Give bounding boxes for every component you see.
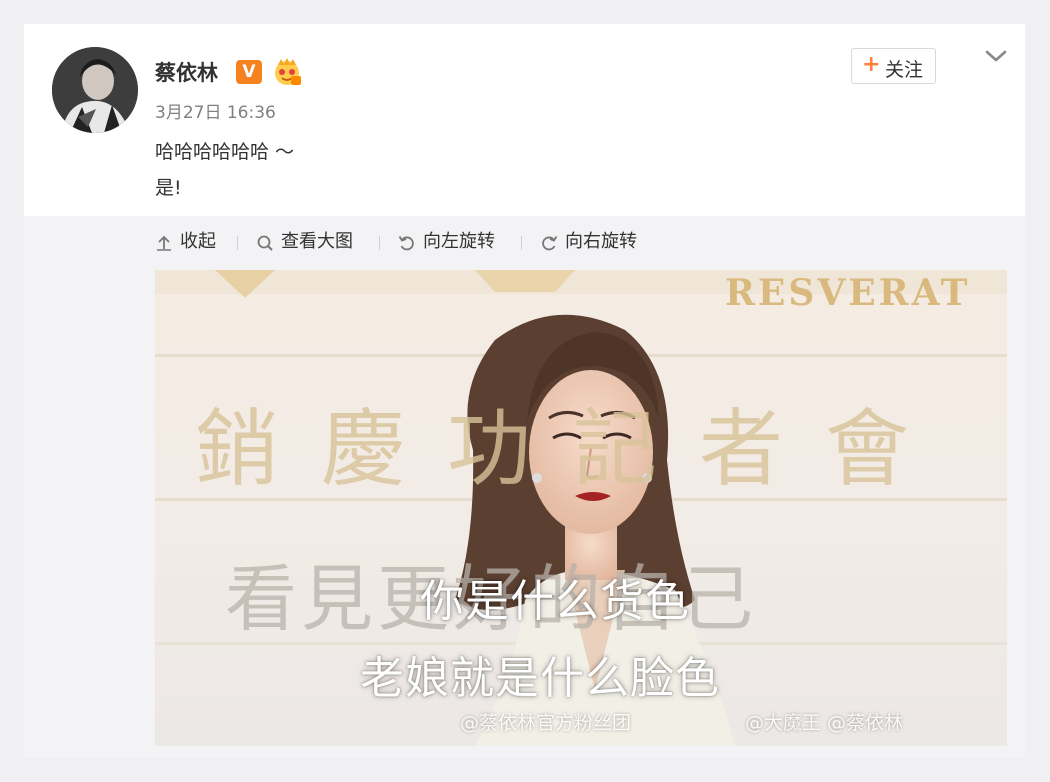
weibo-post-card: 蔡依林 V 3月27日 16:36 哈哈哈哈哈哈 ～ 是! + 关注 收起 查看…	[24, 24, 1025, 758]
rotate-right-icon	[542, 236, 558, 251]
photo-caption-line-1: 你是什么货色	[420, 576, 690, 627]
watermark-1: @蔡依林官方粉丝团	[460, 712, 632, 734]
verified-badge-label: V	[242, 62, 256, 82]
post-timestamp[interactable]: 3月27日 16:36	[155, 98, 276, 123]
collapse-icon	[157, 235, 171, 251]
view-large-button[interactable]: 查看大图	[256, 228, 366, 256]
rotate-left-button[interactable]: 向左旋转	[398, 228, 518, 256]
author-avatar[interactable]	[52, 47, 138, 133]
view-large-label: 查看大图	[281, 231, 353, 252]
backdrop-text-large: 銷慶功記者會	[195, 400, 952, 498]
toolbar-divider	[379, 236, 380, 250]
post-text-line-1: 哈哈哈哈哈哈 ～	[155, 141, 295, 163]
rotate-left-icon	[398, 236, 414, 251]
toolbar-divider	[521, 236, 522, 250]
photo-caption-line-2: 老娘就是什么脸色	[360, 653, 720, 704]
avatar-image	[52, 47, 138, 133]
media-expanded-area: 收起 查看大图 向左旋转 向右旋转 RESVERAT 銷慶功記者會 看見更好的自…	[24, 216, 1025, 758]
watermark-2: @大魔王 @蔡依林	[745, 712, 904, 734]
chevron-down-icon[interactable]	[983, 45, 1009, 67]
backdrop-text-top: RESVERAT	[725, 272, 971, 314]
author-name[interactable]: 蔡依林	[155, 57, 218, 87]
toolbar-divider	[237, 236, 238, 250]
rotate-right-button[interactable]: 向右旋转	[540, 228, 660, 256]
post-text-line-2: 是!	[155, 177, 182, 199]
follow-label: 关注	[885, 59, 924, 81]
plus-icon: +	[862, 52, 881, 77]
rotate-left-label: 向左旋转	[423, 231, 495, 252]
verified-badge-icon[interactable]: V	[236, 60, 262, 84]
rotate-right-label: 向右旋转	[565, 231, 637, 252]
collapse-label: 收起	[180, 231, 216, 252]
collapse-button[interactable]: 收起	[155, 228, 225, 256]
post-photo[interactable]: RESVERAT 銷慶功記者會 看見更好的自己 你是什么货色 老娘就是什么脸色 …	[155, 270, 1007, 746]
follow-button[interactable]: + 关注	[851, 48, 936, 84]
post-header: 蔡依林 V 3月27日 16:36 哈哈哈哈哈哈 ～ 是! + 关注	[24, 24, 1025, 216]
post-text: 哈哈哈哈哈哈 ～ 是!	[155, 134, 294, 206]
member-crown-icon[interactable]	[272, 56, 302, 86]
zoom-icon	[257, 235, 273, 251]
